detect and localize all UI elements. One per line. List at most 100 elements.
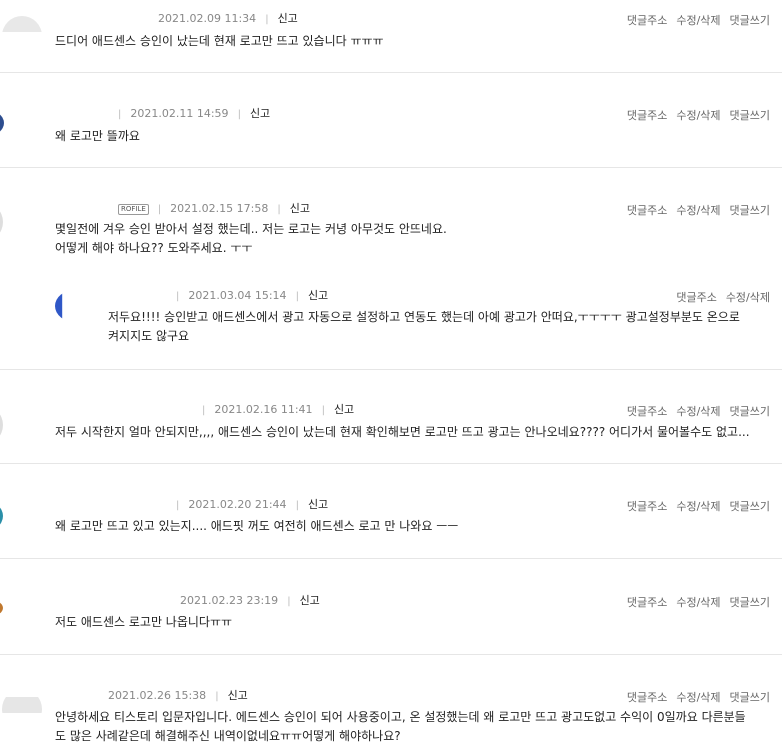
divider: | (237, 109, 241, 120)
avatar[interactable] (0, 202, 3, 242)
avatar[interactable] (0, 598, 3, 618)
comment-text: 드디어 애드센스 승인이 났는데 현재 로고만 뜨고 있습니다 ㅠㅠㅠ (55, 32, 773, 51)
divider: | (202, 405, 206, 416)
reply-button[interactable]: 댓글쓰기 (730, 405, 770, 418)
reply-button[interactable]: 댓글쓰기 (730, 500, 770, 513)
comment-meta: 2021.02.09 11:34 | 신고 (158, 10, 298, 26)
report-link[interactable]: 신고 (250, 107, 270, 120)
comment-meta: 2021.02.26 15:38 | 신고 (108, 687, 248, 703)
comment-actions: 댓글주소 수정/삭제 댓글쓰기 (618, 689, 770, 705)
divider (0, 167, 782, 168)
comment-link-button[interactable]: 댓글주소 (627, 500, 667, 513)
comment-date: 2021.02.15 17:58 (170, 202, 269, 215)
divider: | (176, 500, 180, 511)
comment-actions: 댓글주소 수정/삭제 댓글쓰기 (618, 498, 770, 514)
comment-line: 저두 시작한지 얼마 안되지만,,,, 애드센스 승인이 났는데 현재 확인해보… (55, 425, 750, 439)
comment-link-button[interactable]: 댓글주소 (627, 596, 667, 609)
edit-delete-button[interactable]: 수정/삭제 (676, 109, 720, 122)
comment-line: 왜 로고만 뜨고 있고 있는지.... 애드핏 꺼도 여전히 애드센스 로고 만… (55, 519, 459, 533)
comment-meta: ROFILE | 2021.02.15 17:58 | 신고 (118, 200, 310, 216)
comment-meta: | 2021.02.11 14:59 | 신고 (118, 105, 270, 121)
divider: | (295, 291, 299, 302)
comment-text: 안녕하세요 티스토리 입문자입니다. 에드센스 승인이 되어 사용중이고, 온 … (55, 708, 773, 746)
comment-date: 2021.02.09 11:34 (158, 12, 257, 25)
profile-tag[interactable]: ROFILE (118, 204, 149, 215)
comment-date: 2021.02.20 21:44 (188, 498, 287, 511)
comment-link-button[interactable]: 댓글주소 (627, 405, 667, 418)
comment-line: 도 많은 사례같은데 해결해주신 내역이없네요ㅠㅠ어떻게 해야하나요? (55, 729, 401, 743)
divider: | (321, 405, 325, 416)
edit-delete-button[interactable]: 수정/삭제 (676, 204, 720, 217)
divider (0, 72, 782, 73)
report-link[interactable]: 신고 (308, 289, 328, 302)
comment-text: 저두 시작한지 얼마 안되지만,,,, 애드센스 승인이 났는데 현재 확인해보… (55, 423, 773, 442)
comment-text: 왜 로고만 뜰까요 (55, 127, 773, 146)
comment-date: 2021.02.16 11:41 (214, 403, 313, 416)
comment-text: 몇일전에 겨우 승인 받아서 설정 했는데.. 저는 로고는 커녕 아무것도 안… (55, 220, 773, 258)
divider: | (277, 204, 281, 215)
comment-actions: 댓글주소 수정/삭제 (667, 289, 770, 305)
divider: | (287, 596, 291, 607)
comment-meta: | 2021.02.20 21:44 | 신고 (176, 496, 328, 512)
divider (0, 654, 782, 655)
avatar[interactable] (55, 290, 63, 322)
edit-delete-button[interactable]: 수정/삭제 (676, 500, 720, 513)
avatar[interactable] (0, 405, 3, 445)
divider: | (215, 691, 219, 702)
comment-link-button[interactable]: 댓글주소 (627, 109, 667, 122)
comment-actions: 댓글주소 수정/삭제 댓글쓰기 (618, 12, 770, 28)
comment-actions: 댓글주소 수정/삭제 댓글쓰기 (618, 403, 770, 419)
comment-link-button[interactable]: 댓글주소 (627, 691, 667, 704)
comment-line: 안녕하세요 티스토리 입문자입니다. 에드센스 승인이 되어 사용중이고, 온 … (55, 710, 746, 724)
comment-meta: 2021.02.23 23:19 | 신고 (180, 592, 320, 608)
comment-line: 저두요!!!! 승인받고 애드센스에서 광고 자동으로 설정하고 연동도 했는데… (108, 310, 740, 324)
edit-delete-button[interactable]: 수정/삭제 (676, 14, 720, 27)
comment-actions: 댓글주소 수정/삭제 댓글쓰기 (618, 594, 770, 610)
avatar[interactable] (0, 109, 4, 137)
comment-link-button[interactable]: 댓글주소 (676, 291, 716, 304)
comment-actions: 댓글주소 수정/삭제 댓글쓰기 (618, 107, 770, 123)
comment-date: 2021.02.23 23:19 (180, 594, 279, 607)
comment-text: 저두요!!!! 승인받고 애드센스에서 광고 자동으로 설정하고 연동도 했는데… (108, 308, 773, 346)
comment-date: 2021.02.26 15:38 (108, 689, 207, 702)
edit-delete-button[interactable]: 수정/삭제 (676, 405, 720, 418)
report-link[interactable]: 신고 (228, 689, 248, 702)
comment-meta: | 2021.02.16 11:41 | 신고 (202, 401, 354, 417)
comment-date: 2021.03.04 15:14 (188, 289, 287, 302)
comment-text: 저도 애드센스 로고만 나옵니다ㅠㅠ (55, 613, 773, 632)
divider: | (265, 14, 269, 25)
avatar[interactable] (2, 16, 42, 32)
comment-actions: 댓글주소 수정/삭제 댓글쓰기 (618, 202, 770, 218)
comment-line: 어떻게 해야 하나요?? 도와주세요. ㅜㅜ (55, 241, 253, 255)
report-link[interactable]: 신고 (334, 403, 354, 416)
avatar[interactable] (0, 500, 3, 532)
divider: | (295, 500, 299, 511)
reply-button[interactable]: 댓글쓰기 (730, 14, 770, 27)
divider (0, 369, 782, 370)
divider: | (157, 204, 162, 215)
comment-line: 켜지지도 않구요 (108, 329, 190, 343)
edit-delete-button[interactable]: 수정/삭제 (676, 596, 720, 609)
report-link[interactable]: 신고 (278, 12, 298, 25)
reply-button[interactable]: 댓글쓰기 (730, 204, 770, 217)
comment-meta: | 2021.03.04 15:14 | 신고 (176, 287, 328, 303)
reply-button[interactable]: 댓글쓰기 (730, 596, 770, 609)
report-link[interactable]: 신고 (308, 498, 328, 511)
reply-button[interactable]: 댓글쓰기 (730, 691, 770, 704)
comment-link-button[interactable]: 댓글주소 (627, 14, 667, 27)
comment-link-button[interactable]: 댓글주소 (627, 204, 667, 217)
report-link[interactable]: 신고 (300, 594, 320, 607)
avatar[interactable] (2, 697, 42, 713)
divider: | (118, 109, 122, 120)
divider (0, 558, 782, 559)
comment-text: 왜 로고만 뜨고 있고 있는지.... 애드핏 꺼도 여전히 애드센스 로고 만… (55, 517, 773, 536)
divider (0, 463, 782, 464)
comment-date: 2021.02.11 14:59 (130, 107, 229, 120)
divider: | (176, 291, 180, 302)
comment-line: 왜 로고만 뜰까요 (55, 129, 140, 143)
edit-delete-button[interactable]: 수정/삭제 (726, 291, 770, 304)
report-link[interactable]: 신고 (290, 202, 310, 215)
reply-button[interactable]: 댓글쓰기 (730, 109, 770, 122)
comment-line: 저도 애드센스 로고만 나옵니다ㅠㅠ (55, 615, 233, 629)
edit-delete-button[interactable]: 수정/삭제 (676, 691, 720, 704)
